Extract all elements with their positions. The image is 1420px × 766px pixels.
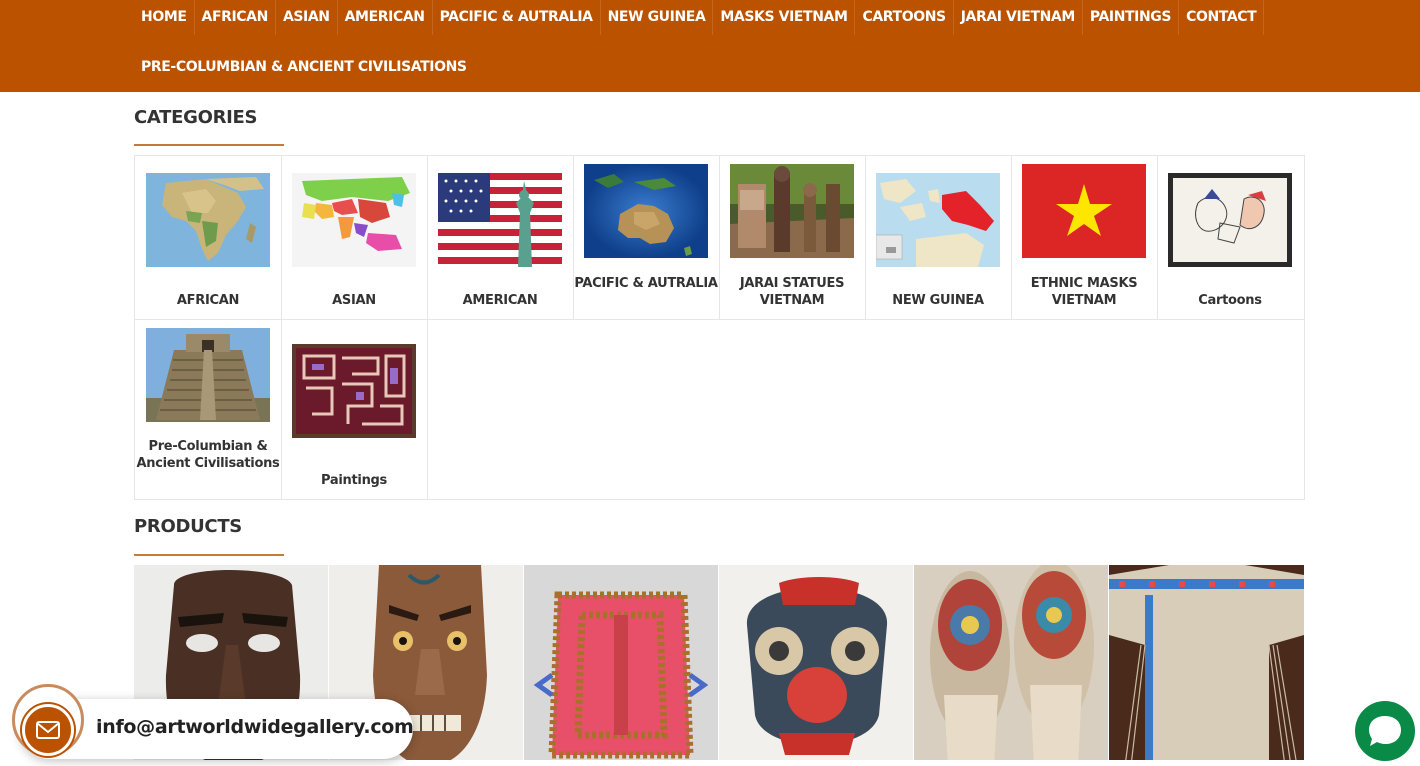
vietnam-flag-image [1022, 164, 1146, 258]
nav-paintings[interactable]: PAINTINGS [1083, 0, 1180, 35]
category-label: Cartoons [1198, 293, 1262, 308]
product-card[interactable] [719, 565, 914, 760]
nav-new-guinea[interactable]: NEW GUINEA [601, 0, 714, 35]
asia-map-image [292, 173, 416, 267]
products-underline [134, 554, 284, 556]
main-navigation: HOME AFRICAN ASIAN AMERICAN PACIFIC & AU… [0, 0, 1420, 92]
products-heading: PRODUCTS [134, 516, 242, 537]
nav-cartoons[interactable]: CARTOONS [855, 0, 954, 35]
envelope-icon[interactable] [22, 704, 74, 756]
category-american[interactable]: AMERICAN [427, 156, 574, 320]
categories-heading: CATEGORIES [134, 107, 258, 128]
category-label: JARAI STATUES VIETNAM [739, 276, 845, 308]
category-grid: AFRICAN ASIAN AMERICAN PACIFIC & AUTRALI… [134, 155, 1305, 500]
category-asian[interactable]: ASIAN [281, 156, 428, 320]
us-flag-liberty-image [438, 173, 562, 267]
category-pre-columbian[interactable]: Pre-Columbian & Ancient Civilisations [135, 319, 282, 500]
product-card[interactable] [914, 565, 1109, 760]
australia-satellite-image [584, 164, 708, 258]
category-cartoons[interactable]: Cartoons [1157, 156, 1304, 320]
nav-pre-columbian[interactable]: PRE-COLUMBIAN & ANCIENT CIVILISATIONS [134, 50, 474, 85]
category-label: Pre-Columbian & Ancient Civilisations [136, 439, 280, 471]
nav-row-secondary: PRE-COLUMBIAN & ANCIENT CIVILISATIONS [134, 50, 474, 85]
nav-african[interactable]: AFRICAN [195, 0, 276, 35]
category-label: ETHNIC MASKS VIETNAM [1030, 276, 1138, 308]
framed-cartoon-image [1168, 173, 1292, 267]
africa-map-image [146, 173, 270, 267]
category-ethnic-masks-vietnam[interactable]: ETHNIC MASKS VIETNAM [1011, 156, 1158, 320]
nav-contact[interactable]: CONTACT [1179, 0, 1265, 35]
category-african[interactable]: AFRICAN [135, 156, 282, 320]
red-blue-painted-mask-image [719, 565, 913, 760]
nav-pacific-autralia[interactable]: PACIFIC & AUTRALIA [433, 0, 601, 35]
categories-underline [134, 144, 284, 146]
chat-bubble-icon[interactable] [1355, 701, 1415, 761]
category-label: ASIAN [332, 293, 376, 308]
category-label: AMERICAN [462, 293, 538, 308]
category-new-guinea[interactable]: NEW GUINEA [865, 156, 1012, 320]
mola-textile-image [292, 344, 416, 438]
beaded-red-textile-image [524, 565, 718, 760]
nav-row-primary: HOME AFRICAN ASIAN AMERICAN PACIFIC & AU… [134, 0, 1265, 35]
contact-email-text[interactable]: info@artworldwidegallery.com [96, 716, 414, 738]
category-label: Paintings [321, 473, 387, 488]
category-pacific-autralia[interactable]: PACIFIC & AUTRALIA [573, 156, 720, 320]
fringed-buckskin-shirt-image [1109, 565, 1304, 760]
mayan-pyramid-image [146, 328, 270, 422]
product-card[interactable] [1109, 565, 1304, 760]
nav-asian[interactable]: ASIAN [276, 0, 338, 35]
category-paintings[interactable]: Paintings [281, 319, 428, 500]
beaded-moccasins-image [914, 565, 1108, 760]
nav-jarai-vietnam[interactable]: JARAI VIETNAM [954, 0, 1083, 35]
new-guinea-map-image [876, 173, 1000, 267]
category-label: NEW GUINEA [892, 293, 984, 308]
nav-home[interactable]: HOME [134, 0, 195, 35]
jarai-statues-image [730, 164, 854, 258]
category-label: AFRICAN [176, 293, 240, 308]
nav-american[interactable]: AMERICAN [338, 0, 433, 35]
nav-masks-vietnam[interactable]: MASKS VIETNAM [713, 0, 856, 35]
category-jarai-statues-vietnam[interactable]: JARAI STATUES VIETNAM [719, 156, 866, 320]
product-card[interactable] [524, 565, 719, 760]
category-label: PACIFIC & AUTRALIA [574, 276, 718, 291]
